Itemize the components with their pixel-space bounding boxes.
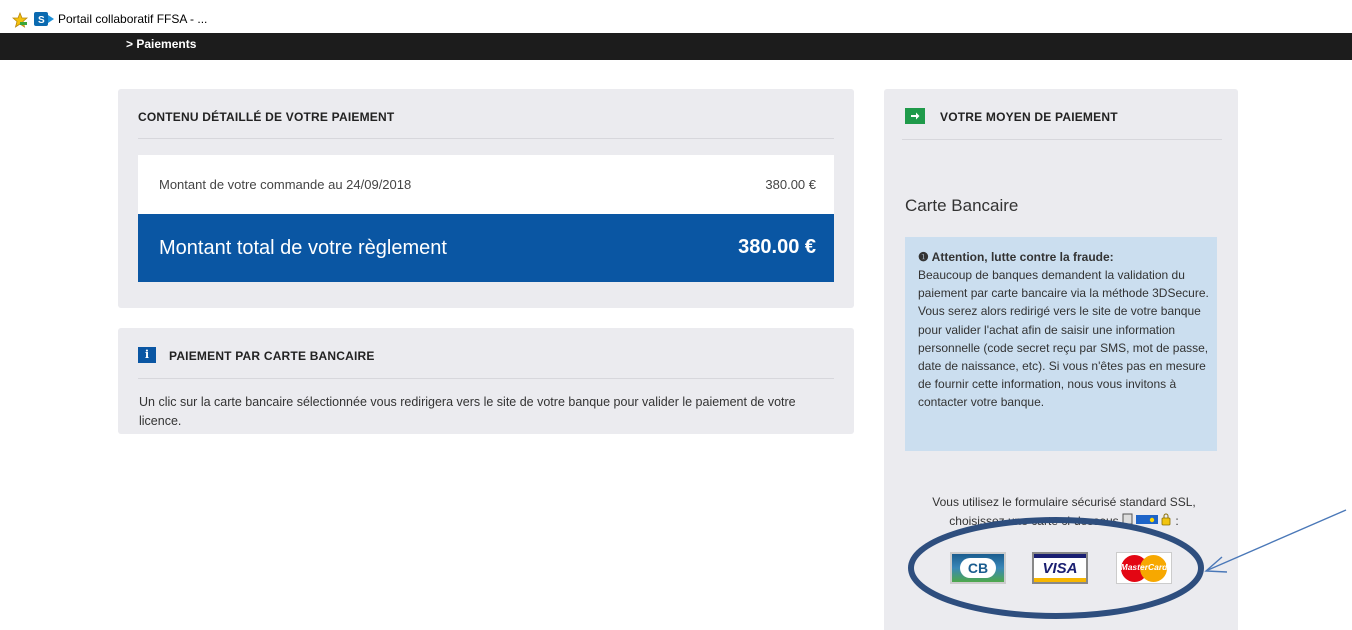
cb-card-logo: CB — [960, 558, 996, 578]
ssl-notice-line2-wrap: choisissez une carte ci-dessous : — [905, 512, 1223, 532]
svg-text:S: S — [38, 15, 45, 26]
mastercard-logo-text: MasterCard — [1120, 562, 1168, 572]
payment-detail-title: CONTENU DÉTAILLÉ DE VOTRE PAIEMENT — [138, 110, 395, 124]
cb-card-button[interactable]: CB — [950, 552, 1006, 584]
total-amount-label: Montant total de votre règlement — [159, 237, 447, 259]
ssl-notice-colon: : — [1175, 514, 1179, 529]
breadcrumb-paiements[interactable]: > Paiements — [126, 37, 196, 51]
order-amount-value: 380.00 € — [765, 177, 816, 192]
card-payment-title: PAIEMENT PAR CARTE BANCAIRE — [169, 349, 375, 363]
favorites-bar: S Portail collaboratif FFSA - ... — [0, 0, 1352, 33]
sharepoint-icon: S — [34, 12, 54, 26]
card-payment-description: Un clic sur la carte bancaire sélectionn… — [139, 395, 796, 428]
visa-card-logo: VISA — [1042, 560, 1078, 577]
mastercard-button[interactable]: MasterCard — [1116, 552, 1172, 584]
payment-detail-divider — [138, 138, 834, 139]
ssl-notice-line2: choisissez une carte ci-dessous — [949, 514, 1119, 529]
card-payment-divider — [138, 378, 834, 379]
arrow-right-icon — [905, 108, 925, 124]
payment-method-title: VOTRE MOYEN DE PAIEMENT — [940, 110, 1118, 124]
info-icon: i — [138, 347, 156, 363]
ssl-notice: Vous utilisez le formulaire sécurisé sta… — [905, 493, 1223, 532]
fraud-alert-body: Beaucoup de banques demandent la validat… — [918, 268, 1209, 410]
fraud-alert-title: ❶ Attention, lutte contre la fraude: — [918, 250, 1114, 264]
total-amount-row: Montant total de votre règlement 380.00 … — [138, 214, 834, 282]
visa-stripe-bottom — [1034, 578, 1086, 582]
ssl-security-icons — [1122, 512, 1172, 532]
order-amount-label: Montant de votre commande au 24/09/2018 — [159, 177, 412, 192]
order-amount-row: Montant de votre commande au 24/09/2018 … — [138, 155, 834, 214]
favorites-star-icon[interactable] — [12, 12, 28, 28]
total-amount-value: 380.00 € — [738, 236, 816, 258]
payment-method-divider — [902, 139, 1222, 140]
ssl-notice-line1: Vous utilisez le formulaire sécurisé sta… — [932, 495, 1196, 509]
visa-stripe-top — [1034, 554, 1086, 558]
fraud-alert-box: ❶ Attention, lutte contre la fraude: Bea… — [905, 237, 1217, 451]
top-navigation-bar: > Paiements — [0, 33, 1352, 60]
fraud-alert-title-text: Attention, lutte contre la fraude: — [931, 250, 1114, 264]
visa-card-button[interactable]: VISA — [1032, 552, 1088, 584]
exclamation-circle-icon: ❶ — [918, 250, 929, 264]
favorite-link-title[interactable]: Portail collaboratif FFSA - ... — [58, 12, 207, 26]
card-heading: Carte Bancaire — [905, 196, 1019, 215]
